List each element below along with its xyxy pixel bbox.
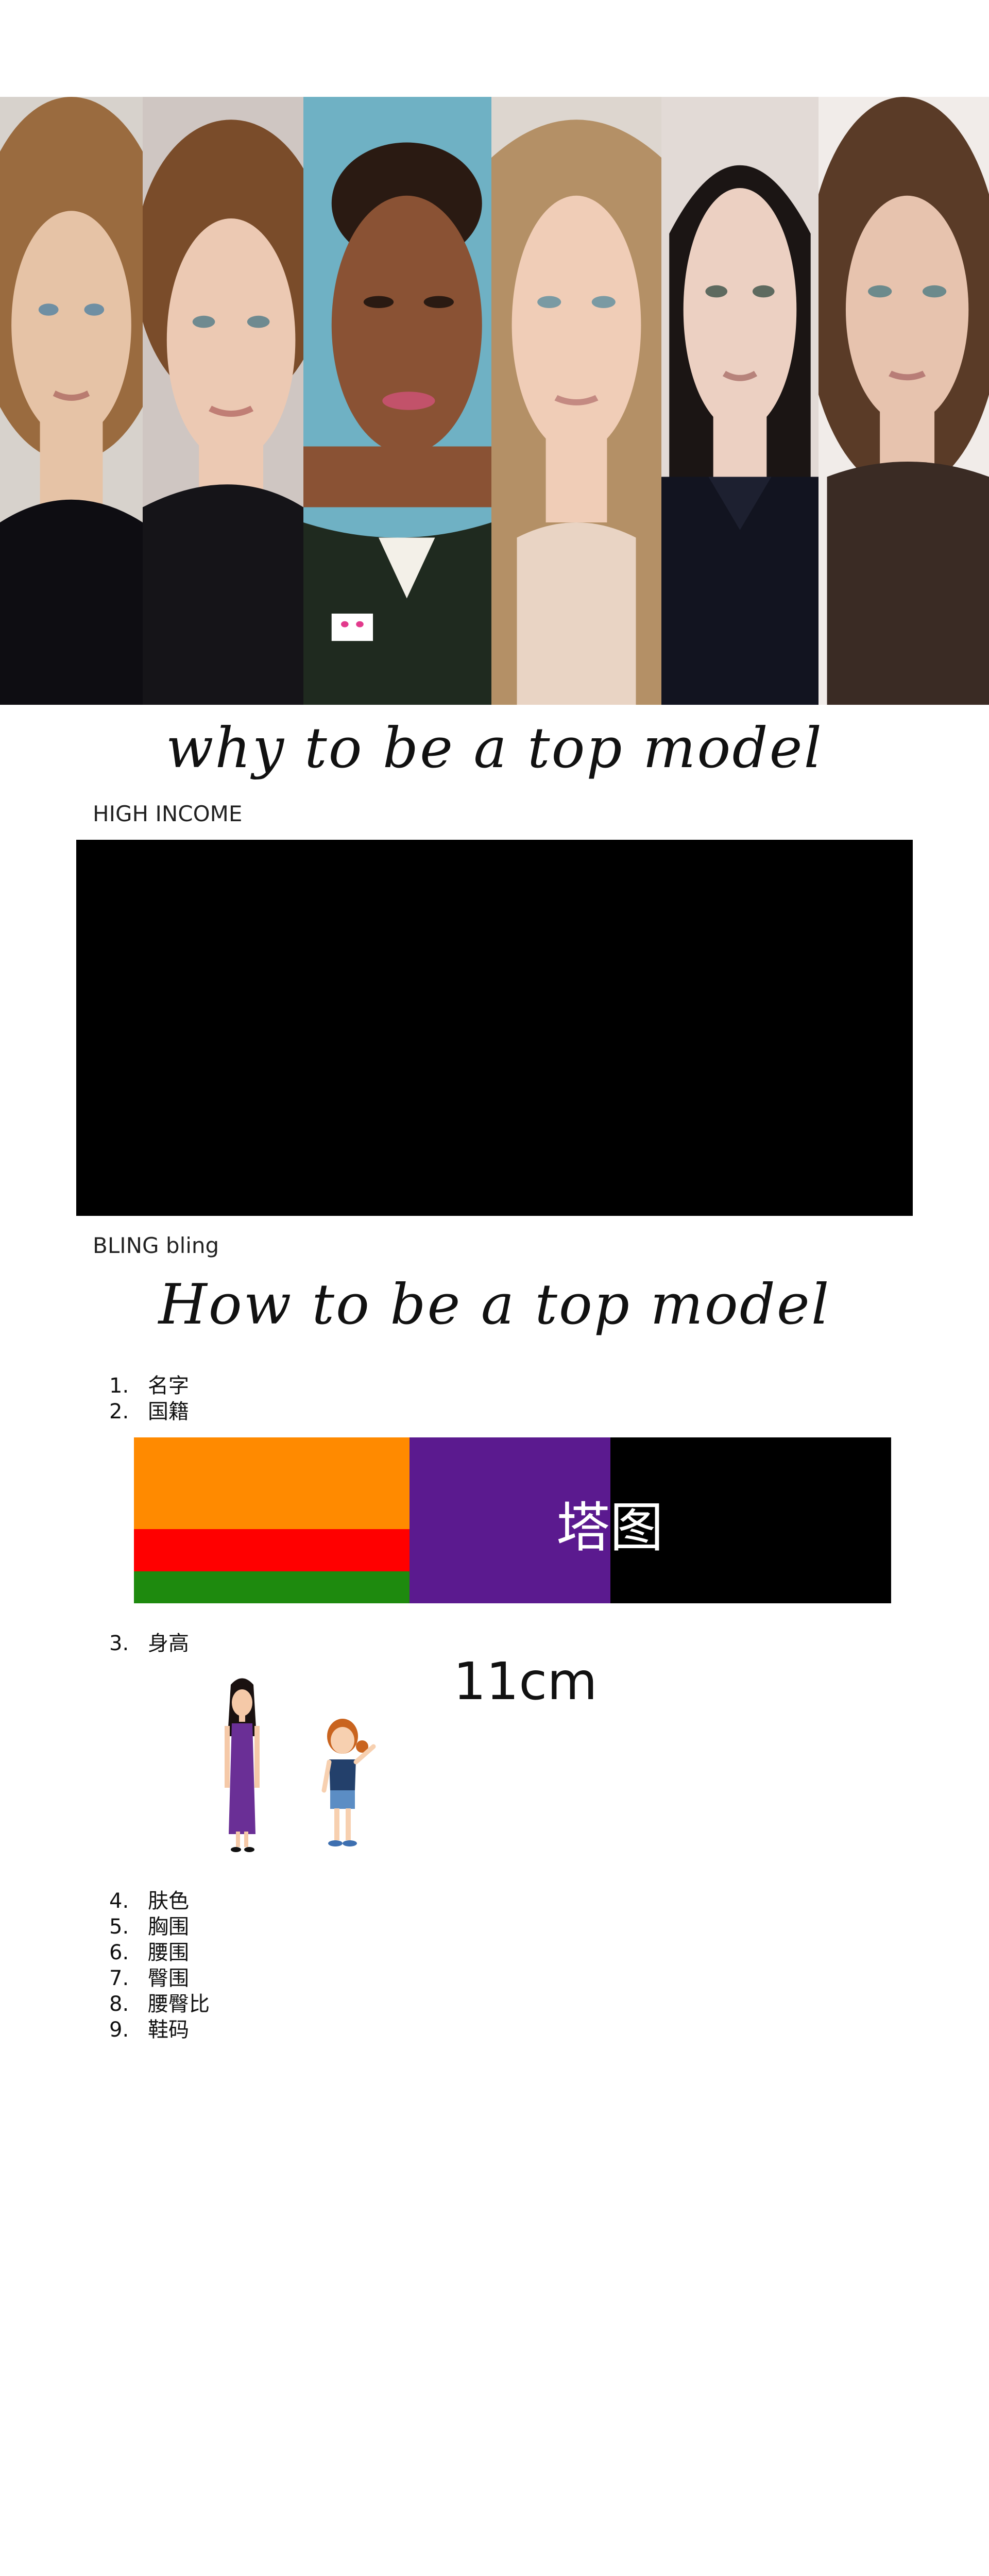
color-block-graphic: 塔图 (134, 1437, 891, 1603)
list-label: 腰围 (148, 1941, 189, 1964)
list-item: 5. 胸围 (109, 1914, 189, 1940)
caption-bling: BLING bling (93, 1233, 219, 1258)
portrait-5 (661, 97, 819, 705)
how-title: How to be a top model (158, 1273, 831, 1337)
video-player[interactable] (76, 840, 913, 1216)
list-number: 6. (109, 1941, 129, 1964)
list-number: 9. (109, 2018, 129, 2042)
list-number: 3. (109, 1632, 129, 1655)
orange-block (134, 1437, 410, 1529)
portrait-2 (143, 97, 303, 705)
list-label: 身高 (148, 1632, 189, 1655)
list-item: 1. 名字 (109, 1373, 189, 1399)
list-label: 国籍 (148, 1400, 189, 1423)
list-item: 9. 鞋码 (109, 2017, 189, 2043)
caption-high-income: HIGH INCOME (93, 801, 243, 826)
green-block (134, 1571, 415, 1603)
list-number: 5. (109, 1915, 129, 1939)
list-number: 1. (109, 1374, 129, 1398)
why-title: why to be a top model (165, 716, 824, 781)
block-label: 塔图 (556, 1496, 664, 1559)
list-number: 7. (109, 1967, 129, 1990)
short-girl-icon (312, 1700, 399, 1855)
portrait-3 (303, 97, 491, 705)
list-item: 8. 腰臀比 (109, 1991, 210, 2017)
list-label: 腰臀比 (148, 1992, 210, 2016)
list-number: 8. (109, 1992, 129, 2016)
red-block (134, 1529, 410, 1571)
list-item: 3. 身高 (109, 1631, 189, 1656)
portrait-1 (0, 97, 143, 705)
list-item: 6. 腰围 (109, 1940, 189, 1965)
list-label: 臀围 (148, 1967, 189, 1990)
list-number: 4. (109, 1889, 129, 1913)
list-label: 肤色 (148, 1889, 189, 1913)
portrait-6 (819, 97, 989, 705)
hero-portrait-strip (0, 97, 989, 705)
tall-woman-icon (206, 1674, 278, 1855)
list-label: 胸围 (148, 1915, 189, 1939)
height-difference-value: 11cm (453, 1651, 598, 1711)
list-item: 7. 臀围 (109, 1965, 189, 1991)
portrait-4 (491, 97, 661, 705)
list-item: 2. 国籍 (109, 1399, 189, 1425)
list-label: 名字 (148, 1374, 189, 1398)
list-item: 4. 肤色 (109, 1888, 189, 1914)
list-label: 鞋码 (148, 2018, 189, 2042)
list-number: 2. (109, 1400, 129, 1423)
